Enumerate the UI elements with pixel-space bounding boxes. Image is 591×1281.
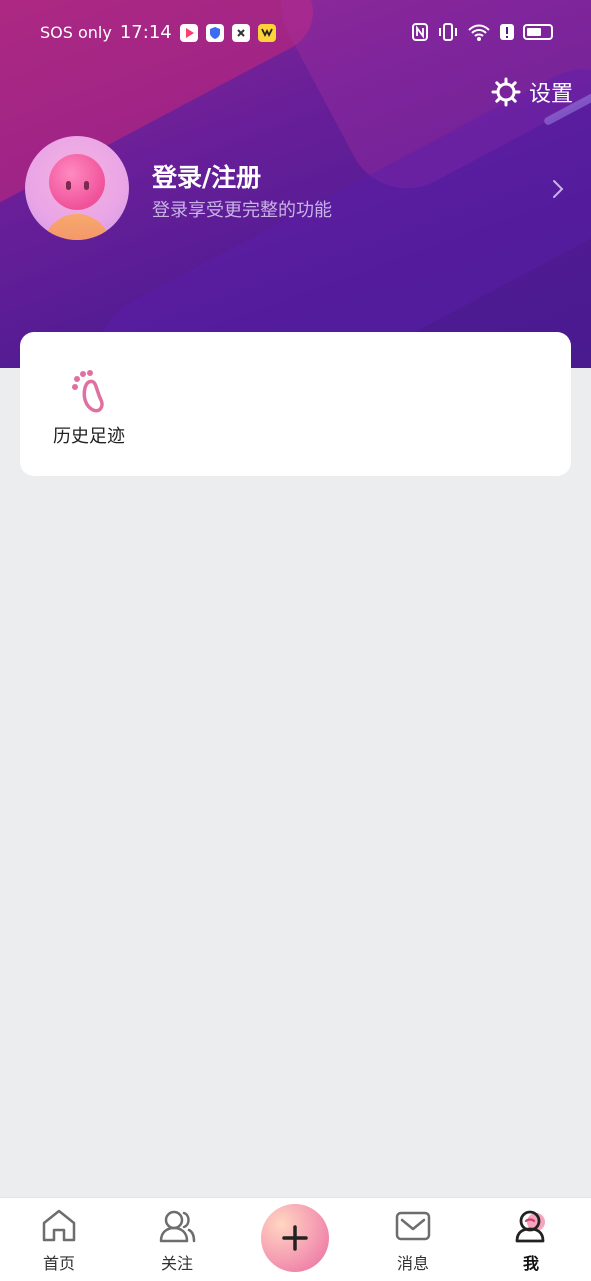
alert-icon (500, 24, 514, 40)
settings-label: 设置 (528, 82, 573, 107)
tab-follow[interactable]: 关注 (137, 1208, 217, 1274)
plus-icon (282, 1225, 308, 1251)
message-icon (395, 1211, 431, 1241)
gear-icon (491, 77, 521, 107)
history-button[interactable]: 历史足迹 (50, 368, 128, 448)
chevron-right-icon[interactable] (551, 178, 565, 200)
nfc-icon (412, 23, 428, 41)
clock: 17:14 (119, 22, 172, 43)
shield-notification-icon (205, 23, 224, 42)
login-subtitle: 登录享受更完整的功能 (152, 200, 332, 221)
app-notification-icon (179, 23, 198, 42)
history-label: 历史足迹 (53, 426, 125, 447)
login-register-link[interactable]: 登录/注册 (152, 158, 261, 194)
vibrate-icon (439, 23, 457, 41)
tab-home[interactable]: 首页 (19, 1208, 99, 1274)
settings-button[interactable]: 设置 (491, 76, 573, 108)
create-post-button[interactable] (261, 1204, 329, 1272)
tab-follow-label: 关注 (160, 1254, 193, 1273)
status-bar: SOS only 17:14 (0, 0, 591, 66)
close-notification-icon (231, 23, 250, 42)
wifi-icon (468, 24, 490, 41)
home-icon (42, 1209, 76, 1242)
tab-me[interactable]: 我 (491, 1208, 571, 1274)
me-icon (515, 1210, 545, 1243)
carrier-text: SOS only (40, 23, 112, 42)
tab-me-label: 我 (522, 1254, 539, 1273)
tab-home-label: 首页 (42, 1254, 75, 1273)
yellow-app-notification-icon (257, 23, 276, 42)
tab-messages[interactable]: 消息 (373, 1208, 453, 1274)
footprint-icon (72, 370, 104, 413)
follow-icon (159, 1210, 196, 1243)
quick-actions-card: 历史足迹 (20, 332, 571, 476)
bottom-tab-bar: 首页 关注 消息 我 (0, 1197, 591, 1281)
avatar[interactable] (25, 136, 129, 240)
tab-messages-label: 消息 (396, 1254, 429, 1273)
battery-icon (523, 24, 553, 40)
